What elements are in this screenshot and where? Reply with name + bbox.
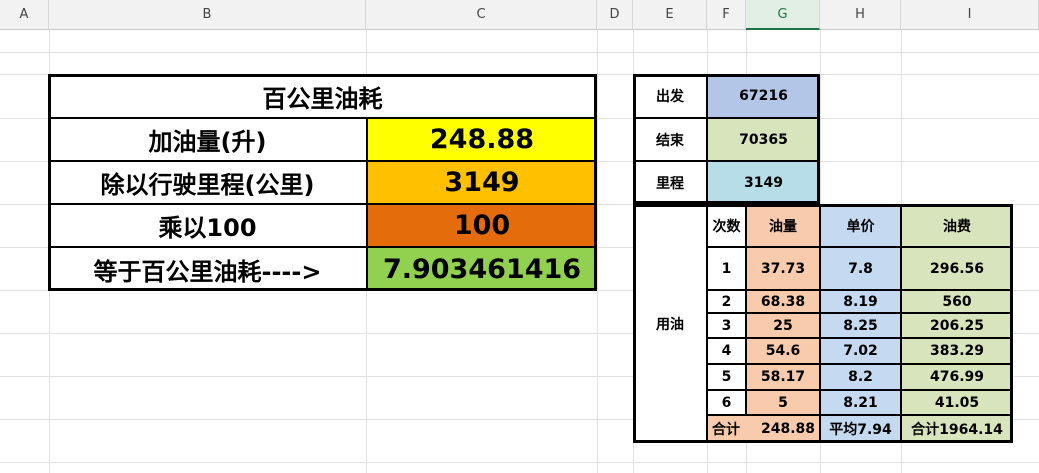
fuel-row-3-col-4[interactable]: 206.25 xyxy=(901,313,1013,338)
row-gridline xyxy=(0,52,1039,53)
row-gridline xyxy=(0,462,1039,463)
fuel-row-3-col-3[interactable]: 8.25 xyxy=(820,313,901,338)
summary-label-2[interactable]: 除以行驶里程(公里) xyxy=(48,161,367,204)
fuel-row-4-col-2[interactable]: 54.6 xyxy=(746,338,820,364)
column-header-b[interactable]: B xyxy=(49,0,366,30)
fuel-row-6-col-1[interactable]: 6 xyxy=(707,390,746,415)
column-header-g[interactable]: G xyxy=(746,0,820,30)
column-header-d[interactable]: D xyxy=(597,0,633,30)
fuel-row-3-col-2[interactable]: 25 xyxy=(746,313,820,338)
summary-label-1[interactable]: 加油量(升) xyxy=(48,118,367,161)
fuel-row-5-col-1[interactable]: 5 xyxy=(707,364,746,390)
fuel-row-1-col-2[interactable]: 37.73 xyxy=(746,247,820,290)
fuel-row-2-col-3[interactable]: 8.19 xyxy=(820,290,901,313)
fuel-row-1-col-4[interactable]: 296.56 xyxy=(901,247,1013,290)
summary-value-4[interactable]: 7.903461416 xyxy=(367,247,597,291)
fuel-row-2-col-1[interactable]: 2 xyxy=(707,290,746,313)
fuel-row-6-col-2[interactable]: 5 xyxy=(746,390,820,415)
odometer-value-1[interactable]: 67216 xyxy=(707,74,820,118)
fuel-total-cost[interactable]: 合计1964.14 xyxy=(901,415,1013,443)
column-header-c[interactable]: C xyxy=(366,0,597,30)
column-header-a[interactable]: A xyxy=(0,0,49,30)
fuel-header-1[interactable]: 次数 xyxy=(707,204,746,247)
summary-title[interactable]: 百公里油耗 xyxy=(48,74,597,118)
fuel-row-6-col-4[interactable]: 41.05 xyxy=(901,390,1013,415)
fuel-row-3-col-1[interactable]: 3 xyxy=(707,313,746,338)
summary-value-2[interactable]: 3149 xyxy=(367,161,597,204)
fuel-row-4-col-1[interactable]: 4 xyxy=(707,338,746,364)
fuel-row-6-col-3[interactable]: 8.21 xyxy=(820,390,901,415)
fuel-row-1-col-3[interactable]: 7.8 xyxy=(820,247,901,290)
summary-value-1[interactable]: 248.88 xyxy=(367,118,597,161)
fuel-header-4[interactable]: 油费 xyxy=(901,204,1013,247)
column-header-h[interactable]: H xyxy=(820,0,901,30)
odometer-label-1[interactable]: 出发 xyxy=(633,74,707,118)
odometer-label-3[interactable]: 里程 xyxy=(633,161,707,204)
summary-label-4[interactable]: 等于百公里油耗----> xyxy=(48,247,367,291)
fuel-header-2[interactable]: 油量 xyxy=(746,204,820,247)
fuel-row-1-col-1[interactable]: 1 xyxy=(707,247,746,290)
fuel-row-4-col-3[interactable]: 7.02 xyxy=(820,338,901,364)
fuel-side-label[interactable]: 用油 xyxy=(633,204,707,443)
summary-label-3[interactable]: 乘以100 xyxy=(48,204,367,247)
fuel-row-4-col-4[interactable]: 383.29 xyxy=(901,338,1013,364)
fuel-total-label: 合计 xyxy=(712,422,740,438)
fuel-row-5-col-4[interactable]: 476.99 xyxy=(901,364,1013,390)
fuel-row-2-col-4[interactable]: 560 xyxy=(901,290,1013,313)
summary-value-3[interactable]: 100 xyxy=(367,204,597,247)
spreadsheet-grid[interactable]: ABCDEFGHI 百公里油耗 加油量(升) 248.88 除以行驶里程(公里) 314… xyxy=(0,0,1039,473)
fuel-row-2-col-2[interactable]: 68.38 xyxy=(746,290,820,313)
fuel-row-5-col-2[interactable]: 58.17 xyxy=(746,364,820,390)
fuel-average-price[interactable]: 平均7.94 xyxy=(820,415,901,443)
odometer-value-2[interactable]: 70365 xyxy=(707,118,820,161)
column-header-e[interactable]: E xyxy=(633,0,707,30)
odometer-label-2[interactable]: 结束 xyxy=(633,118,707,161)
odometer-value-3[interactable]: 3149 xyxy=(707,161,820,204)
fuel-row-5-col-3[interactable]: 8.2 xyxy=(820,364,901,390)
column-header-f[interactable]: F xyxy=(707,0,746,30)
fuel-header-3[interactable]: 单价 xyxy=(820,204,901,247)
fuel-total-amount: 248.88 xyxy=(760,421,815,437)
column-gridline xyxy=(597,30,598,473)
fuel-total-amount-cell[interactable]: 合计 248.88 xyxy=(707,415,820,443)
column-header-i[interactable]: I xyxy=(901,0,1039,30)
